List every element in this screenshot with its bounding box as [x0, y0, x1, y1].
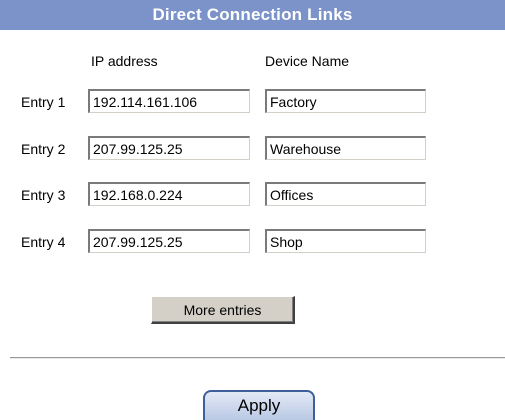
entry-label: Entry 1 [21, 94, 66, 110]
entry-label: Entry 3 [21, 187, 66, 203]
device-name-column-header: Device Name [265, 53, 350, 69]
entry-row-4: Entry 4 [0, 229, 505, 255]
entry-row-3: Entry 3 [0, 182, 505, 208]
page-title: Direct Connection Links [0, 0, 505, 30]
device-name-field-1[interactable] [265, 89, 426, 113]
ip-address-field-3[interactable] [88, 182, 250, 206]
divider [10, 357, 505, 359]
device-name-field-3[interactable] [265, 182, 426, 206]
ip-address-field-1[interactable] [88, 89, 250, 113]
ip-address-field-2[interactable] [88, 136, 250, 160]
device-name-field-2[interactable] [265, 136, 426, 160]
device-name-field-4[interactable] [265, 229, 426, 253]
entry-row-1: Entry 1 [0, 89, 505, 115]
entry-row-2: Entry 2 [0, 136, 505, 162]
apply-button[interactable]: Apply [203, 390, 315, 420]
more-entries-button[interactable]: More entries [151, 296, 295, 324]
entry-label: Entry 2 [21, 141, 66, 157]
ip-address-column-header: IP address [91, 53, 158, 69]
ip-address-field-4[interactable] [88, 229, 250, 253]
entry-label: Entry 4 [21, 234, 66, 250]
